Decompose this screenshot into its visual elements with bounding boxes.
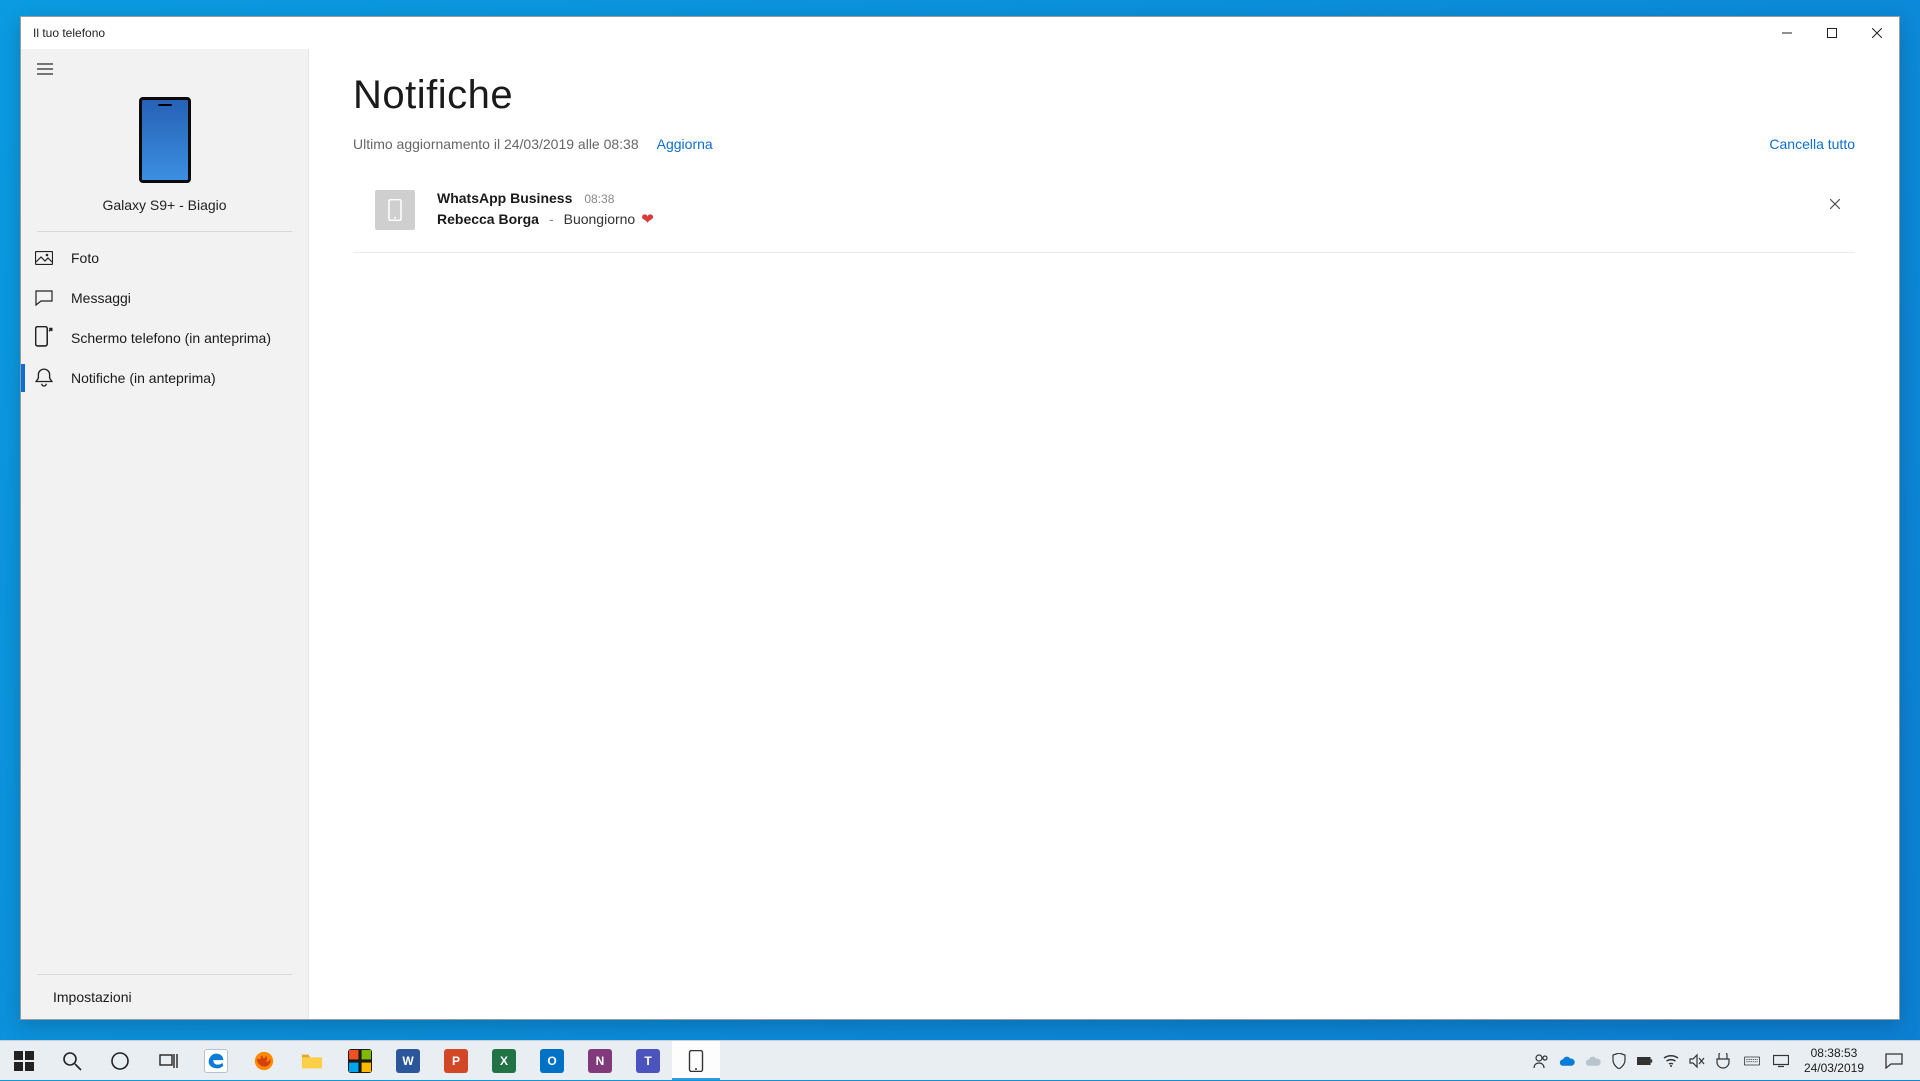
phone-screen-icon xyxy=(35,329,53,347)
notification-sender: Rebecca Borga xyxy=(437,211,539,227)
device-name: Galaxy S9+ - Biagio xyxy=(102,197,226,213)
sidebar-item-photos[interactable]: Foto xyxy=(21,238,308,278)
last-update-text: Ultimo aggiornamento il 24/03/2019 alle … xyxy=(353,136,639,152)
tray-onedrive-secondary-icon[interactable] xyxy=(1580,1041,1606,1081)
store-icon xyxy=(348,1049,372,1073)
tray-onedrive-icon[interactable] xyxy=(1554,1041,1580,1081)
phone-illustration xyxy=(139,97,191,183)
taskbar-app-explorer[interactable] xyxy=(288,1041,336,1080)
page-title: Notifiche xyxy=(353,73,1855,118)
sidebar-item-label: Schermo telefono (in anteprima) xyxy=(71,330,271,346)
notification-time: 08:38 xyxy=(584,192,614,206)
separator: - xyxy=(549,211,554,227)
action-center-button[interactable] xyxy=(1874,1053,1914,1069)
taskbar-clock[interactable]: 08:38:53 24/03/2019 xyxy=(1794,1046,1874,1076)
app-window: Il tuo telefono Galaxy S9+ - Biagio xyxy=(20,16,1900,1020)
notification-app-name: WhatsApp Business xyxy=(437,190,572,206)
cortana-button[interactable] xyxy=(96,1041,144,1080)
taskbar-app-word[interactable]: W xyxy=(384,1041,432,1080)
sidebar: Galaxy S9+ - Biagio Foto Messaggi xyxy=(21,49,309,1019)
notification-item[interactable]: WhatsApp Business 08:38 Rebecca Borga - … xyxy=(353,180,1855,253)
bell-icon xyxy=(35,369,53,387)
titlebar[interactable]: Il tuo telefono xyxy=(21,17,1899,49)
nav: Foto Messaggi Schermo telefono (in antep… xyxy=(21,232,308,1019)
notification-text: WhatsApp Business 08:38 Rebecca Borga - … xyxy=(437,190,654,228)
taskbar-app-teams[interactable]: T xyxy=(624,1041,672,1080)
sidebar-item-label: Foto xyxy=(71,250,99,266)
powerpoint-icon: P xyxy=(444,1049,468,1073)
tray-people-icon[interactable] xyxy=(1528,1041,1554,1081)
subheader: Ultimo aggiornamento il 24/03/2019 alle … xyxy=(353,136,1855,152)
sidebar-item-phone-screen[interactable]: Schermo telefono (in anteprima) xyxy=(21,318,308,358)
word-icon: W xyxy=(396,1049,420,1073)
taskbar-app-powerpoint[interactable]: P xyxy=(432,1041,480,1080)
clock-date: 24/03/2019 xyxy=(1804,1061,1864,1076)
edge-icon xyxy=(204,1049,228,1073)
clock-time: 08:38:53 xyxy=(1804,1046,1864,1061)
sidebar-item-settings[interactable]: Impostazioni xyxy=(21,975,308,1019)
sidebar-item-messages[interactable]: Messaggi xyxy=(21,278,308,318)
main-content: Notifiche Ultimo aggiornamento il 24/03/… xyxy=(309,49,1899,1019)
teams-icon: T xyxy=(636,1049,660,1073)
notification-list: WhatsApp Business 08:38 Rebecca Borga - … xyxy=(353,180,1855,253)
app-icon-placeholder xyxy=(375,190,415,230)
tray-project-icon[interactable] xyxy=(1768,1041,1794,1081)
sidebar-item-label: Notifiche (in anteprima) xyxy=(71,370,216,386)
sidebar-item-label: Messaggi xyxy=(71,290,131,306)
taskbar-app-excel[interactable]: X xyxy=(480,1041,528,1080)
search-button[interactable] xyxy=(48,1041,96,1080)
window-controls xyxy=(1764,17,1899,49)
taskbar-app-edge[interactable] xyxy=(192,1041,240,1080)
clear-all-link[interactable]: Cancella tutto xyxy=(1769,136,1855,152)
folder-icon xyxy=(301,1050,323,1072)
tray-wifi-icon[interactable] xyxy=(1658,1041,1684,1081)
tray-battery-icon[interactable] xyxy=(1632,1041,1658,1081)
device-block: Galaxy S9+ - Biagio xyxy=(21,89,308,231)
excel-icon: X xyxy=(492,1049,516,1073)
taskbar-app-store[interactable] xyxy=(336,1041,384,1080)
tray-keyboard-icon[interactable] xyxy=(1736,1041,1768,1081)
chat-icon xyxy=(35,289,53,307)
notification-message: Buongiorno xyxy=(564,211,636,227)
window-title: Il tuo telefono xyxy=(21,26,105,40)
heart-icon: ❤ xyxy=(641,210,654,228)
firefox-icon xyxy=(253,1050,275,1072)
taskbar-app-onenote[interactable]: N xyxy=(576,1041,624,1080)
taskbar-app-outlook[interactable]: O xyxy=(528,1041,576,1080)
taskbar-app-your-phone[interactable] xyxy=(672,1041,720,1080)
photo-icon xyxy=(35,249,53,267)
dismiss-notification-button[interactable] xyxy=(1823,192,1847,216)
tray-power-icon[interactable] xyxy=(1710,1041,1736,1081)
maximize-button[interactable] xyxy=(1809,17,1854,49)
refresh-link[interactable]: Aggiorna xyxy=(657,136,713,152)
hamburger-button[interactable] xyxy=(21,49,69,89)
start-button[interactable] xyxy=(0,1041,48,1080)
taskbar-app-firefox[interactable] xyxy=(240,1041,288,1080)
task-view-button[interactable] xyxy=(144,1041,192,1080)
close-button[interactable] xyxy=(1854,17,1899,49)
outlook-icon: O xyxy=(540,1049,564,1073)
sidebar-item-notifications[interactable]: Notifiche (in anteprima) xyxy=(21,358,308,398)
tray-volume-icon[interactable] xyxy=(1684,1041,1710,1081)
tray-security-icon[interactable] xyxy=(1606,1041,1632,1081)
taskbar: W P X O N T xyxy=(0,1040,1920,1080)
settings-label: Impostazioni xyxy=(53,989,132,1005)
minimize-button[interactable] xyxy=(1764,17,1809,49)
onenote-icon: N xyxy=(588,1049,612,1073)
